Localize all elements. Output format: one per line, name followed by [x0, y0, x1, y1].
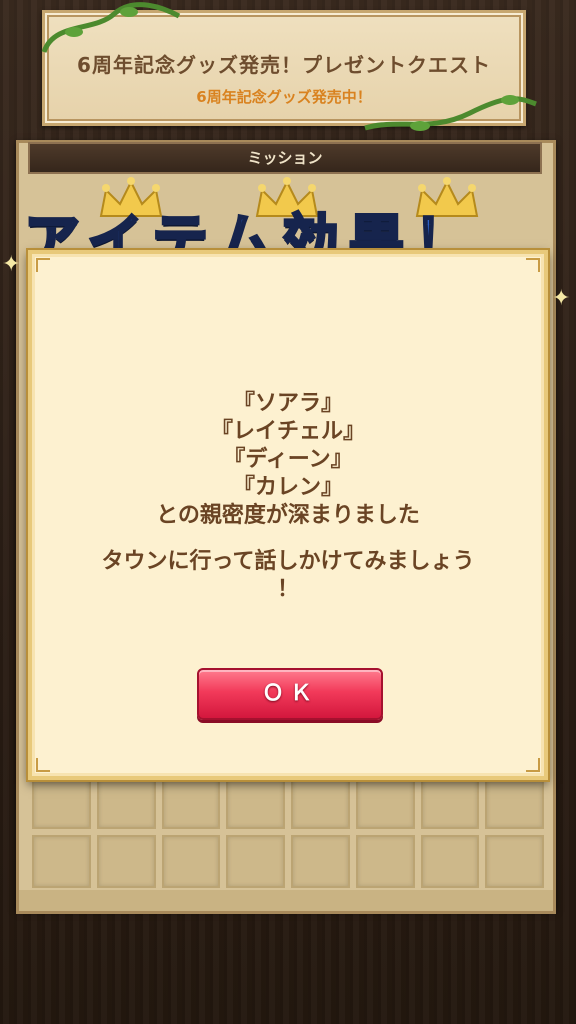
- ok-button[interactable]: ＯＫ: [197, 668, 383, 720]
- grid-cell: [291, 835, 350, 888]
- character-name-rachel: 『レイチェル』: [210, 419, 365, 444]
- grid-cell: [32, 776, 91, 829]
- vine-icon: [41, 2, 181, 54]
- sparkle-icon: ✦: [2, 252, 21, 277]
- grid-cell: [420, 835, 480, 888]
- dialog-corner: [36, 758, 50, 772]
- grid-cell: [485, 835, 544, 888]
- grid-cell: [420, 776, 480, 829]
- hint-message: タウンに行って話しかけてみましょう: [101, 549, 475, 574]
- grid-cell: [355, 835, 415, 888]
- grid-cell: [96, 835, 156, 888]
- mission-header: ミッション: [28, 142, 542, 174]
- grid-cell: [96, 776, 156, 829]
- panel-bottom-edge: [16, 890, 556, 914]
- character-name-karen: 『カレン』: [232, 475, 343, 500]
- hint-message-end: ！: [276, 577, 299, 602]
- grid-cell: [161, 835, 221, 888]
- sparkle-icon: ✦: [552, 286, 571, 311]
- dialog-message: 『ソアラ』 『レイチェル』 『ディーン』 『カレン』 との親密度が深まりました …: [32, 390, 544, 604]
- grid-cell: [291, 776, 350, 829]
- dialog-corner: [526, 758, 540, 772]
- grid-cell: [32, 835, 91, 888]
- vine-icon: [364, 95, 537, 131]
- grid-cell: [161, 776, 221, 829]
- character-name-soara: 『ソアラ』: [232, 391, 343, 416]
- dialog-corner: [526, 258, 540, 272]
- grid-cell: [226, 835, 285, 888]
- affinity-dialog: 『ソアラ』 『レイチェル』 『ディーン』 『カレン』 との親密度が深まりました …: [28, 250, 548, 780]
- grid-cell: [355, 776, 415, 829]
- affinity-message: との親密度が深まりました: [156, 503, 420, 528]
- mission-grid: [32, 776, 544, 888]
- grid-cell: [485, 776, 544, 829]
- dialog-corner: [36, 258, 50, 272]
- grid-cell: [226, 776, 285, 829]
- character-name-dean: 『ディーン』: [223, 447, 353, 472]
